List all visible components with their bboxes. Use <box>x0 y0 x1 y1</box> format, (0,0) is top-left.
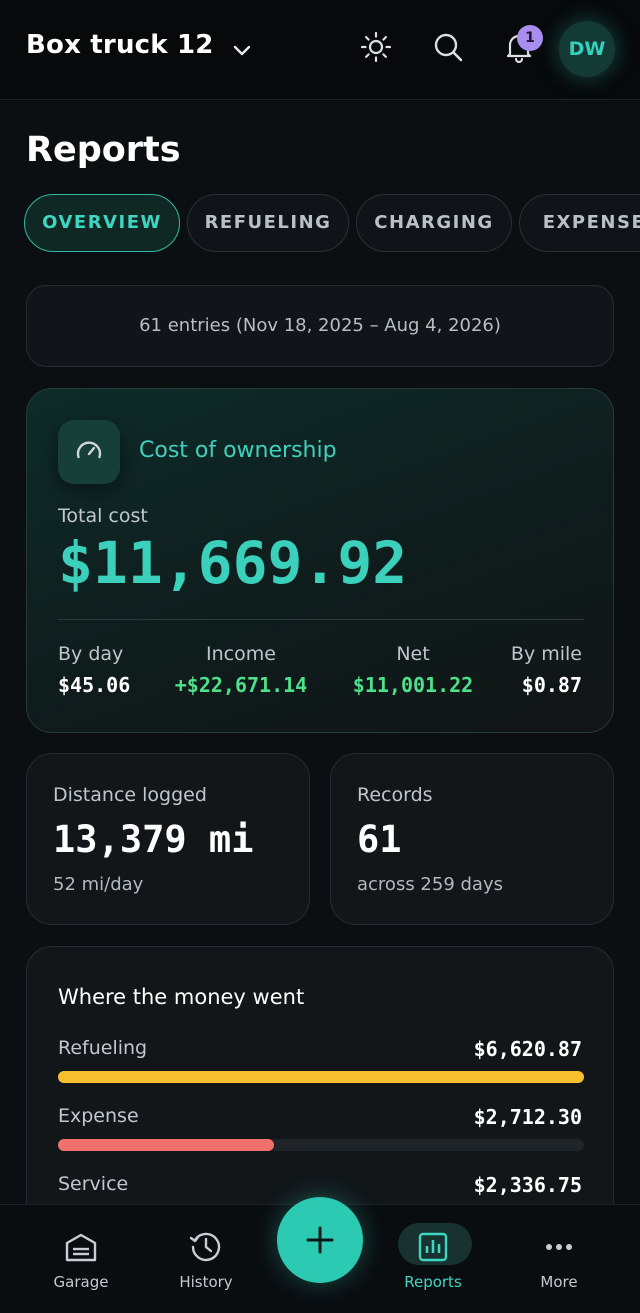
category-bar-refueling <box>58 1071 584 1083</box>
stat-label: Income <box>206 643 276 665</box>
cost-of-ownership-card: Cost of ownership Total cost $11,669.92 … <box>26 388 614 733</box>
garage-icon <box>65 1233 97 1262</box>
stat-label: By mile <box>510 643 582 665</box>
nav-history[interactable]: History <box>151 1205 261 1313</box>
page-title: Reports <box>26 130 181 170</box>
distance-per-day: 52 mi/day <box>53 874 144 895</box>
category-label-service: Service <box>58 1173 129 1195</box>
plus-icon <box>306 1226 334 1254</box>
stat-net: Net $11,001.22 <box>345 643 481 697</box>
category-bar-fill <box>58 1071 584 1083</box>
nav-label: History <box>179 1273 233 1291</box>
avatar[interactable]: DW <box>559 21 615 77</box>
stat-by-day: By day $45.06 <box>58 643 130 697</box>
category-value-refueling: $6,620.87 <box>473 1037 582 1061</box>
nav-label: More <box>540 1273 578 1291</box>
records-value: 61 <box>357 818 402 861</box>
category-label-expense: Expense <box>58 1105 139 1127</box>
tab-charging[interactable]: CHARGING <box>356 194 512 252</box>
stat-value: +$22,671.14 <box>174 673 308 697</box>
stat-label: Net <box>396 643 430 665</box>
tab-expense[interactable]: EXPENSE <box>519 194 640 252</box>
category-bar-expense <box>58 1139 584 1151</box>
category-bar-fill <box>58 1139 274 1151</box>
stat-value: $45.06 <box>58 673 131 697</box>
top-bar: Box truck 12 1 DW <box>0 0 640 100</box>
stat-income: Income +$22,671.14 <box>173 643 309 697</box>
category-value-expense: $2,712.30 <box>473 1105 582 1129</box>
more-icon <box>546 1244 572 1250</box>
tab-refueling[interactable]: REFUELING <box>187 194 349 252</box>
records-label: Records <box>357 784 433 806</box>
sun-icon[interactable] <box>359 30 393 64</box>
distance-card: Distance logged 13,379 mi 52 mi/day <box>26 753 310 925</box>
distance-label: Distance logged <box>53 784 207 806</box>
nav-more[interactable]: More <box>504 1205 614 1313</box>
entries-summary: 61 entries (Nov 18, 2025 – Aug 4, 2026) <box>26 285 614 367</box>
reports-icon <box>418 1232 448 1262</box>
history-icon <box>189 1232 221 1262</box>
cost-section-label: Cost of ownership <box>139 438 337 463</box>
add-entry-button[interactable] <box>277 1197 363 1283</box>
gauge-icon <box>58 420 120 484</box>
money-breakdown-title: Where the money went <box>58 985 305 1009</box>
stat-value: $0.87 <box>521 673 582 697</box>
report-tabs: OVERVIEW REFUELING CHARGING EXPENSE <box>24 194 640 254</box>
notification-badge: 1 <box>517 25 543 51</box>
search-icon[interactable] <box>431 30 465 64</box>
nav-reports[interactable]: Reports <box>378 1205 488 1313</box>
total-cost-label: Total cost <box>58 505 148 527</box>
vehicle-selector-label[interactable]: Box truck 12 <box>26 30 214 60</box>
nav-label: Garage <box>53 1273 109 1291</box>
chevron-down-icon[interactable] <box>230 38 254 62</box>
category-label-refueling: Refueling <box>58 1037 148 1059</box>
stat-label: By day <box>58 643 124 665</box>
tab-overview[interactable]: OVERVIEW <box>24 194 180 252</box>
stat-value: $11,001.22 <box>352 673 474 697</box>
category-value-service: $2,336.75 <box>473 1173 582 1197</box>
records-span: across 259 days <box>357 874 503 895</box>
nav-garage[interactable]: Garage <box>26 1205 136 1313</box>
nav-label: Reports <box>404 1273 462 1291</box>
divider <box>58 619 584 620</box>
total-cost-value: $11,669.92 <box>58 529 408 597</box>
records-card: Records 61 across 259 days <box>330 753 614 925</box>
stat-by-mile: By mile $0.87 <box>511 643 582 697</box>
distance-value: 13,379 mi <box>53 818 254 861</box>
